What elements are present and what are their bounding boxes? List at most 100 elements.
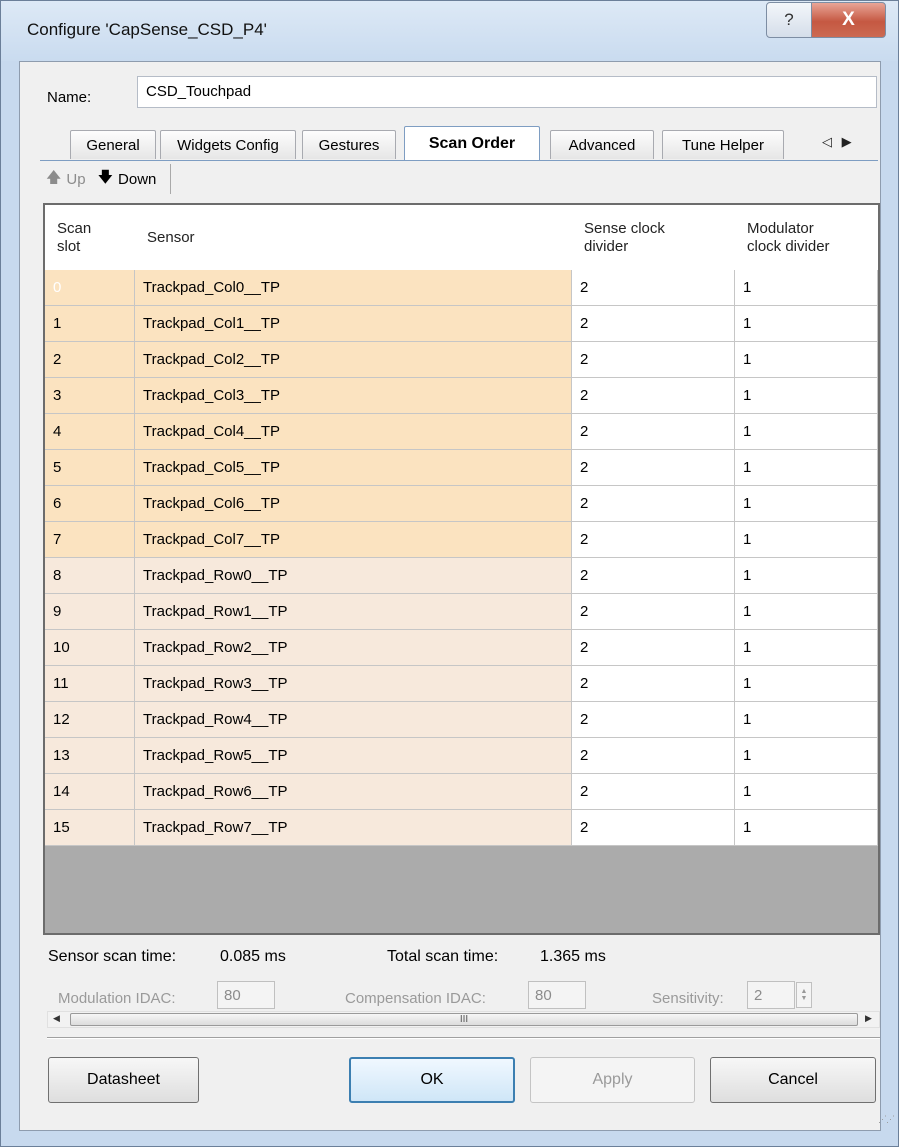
sense-clock-divider-cell[interactable]: 2 [572, 666, 735, 702]
scan-slot-cell[interactable]: 5 [45, 450, 135, 486]
sensor-cell[interactable]: Trackpad_Col5__TP [135, 450, 572, 486]
modulator-clock-divider-cell[interactable]: 1 [735, 486, 878, 522]
modulator-clock-divider-cell[interactable]: 1 [735, 738, 878, 774]
sensor-cell[interactable]: Trackpad_Row6__TP [135, 774, 572, 810]
modulator-clock-divider-cell[interactable]: 1 [735, 450, 878, 486]
scan-slot-cell[interactable]: 3 [45, 378, 135, 414]
sense-clock-divider-cell[interactable]: 2 [572, 378, 735, 414]
sensor-cell[interactable]: Trackpad_Row0__TP [135, 558, 572, 594]
table-row[interactable]: 2 Trackpad_Col2__TP 2 1 [45, 342, 878, 378]
scan-slot-cell[interactable]: 13 [45, 738, 135, 774]
tab-widgets-config[interactable]: Widgets Config [160, 130, 296, 159]
sense-clock-divider-cell[interactable]: 2 [572, 558, 735, 594]
table-row[interactable]: 6 Trackpad_Col6__TP 2 1 [45, 486, 878, 522]
sense-clock-divider-cell[interactable]: 2 [572, 774, 735, 810]
table-row[interactable]: 11 Trackpad_Row3__TP 2 1 [45, 666, 878, 702]
table-row[interactable]: 4 Trackpad_Col4__TP 2 1 [45, 414, 878, 450]
modulator-clock-divider-cell[interactable]: 1 [735, 666, 878, 702]
modulator-clock-divider-cell[interactable]: 1 [735, 342, 878, 378]
table-row[interactable]: 1 Trackpad_Col1__TP 2 1 [45, 306, 878, 342]
sensor-cell[interactable]: Trackpad_Col7__TP [135, 522, 572, 558]
table-row[interactable]: 0 Trackpad_Col0__TP 2 1 [45, 270, 878, 306]
sensitivity-input[interactable]: 2 [747, 981, 795, 1009]
scan-slot-cell[interactable]: 7 [45, 522, 135, 558]
column-header-modulator-clock-divider[interactable]: Modulator clock divider [735, 205, 878, 270]
scan-slot-cell[interactable]: 4 [45, 414, 135, 450]
modulator-clock-divider-cell[interactable]: 1 [735, 810, 878, 846]
sense-clock-divider-cell[interactable]: 2 [572, 702, 735, 738]
compensation-idac-input[interactable]: 80 [528, 981, 586, 1009]
sensor-cell[interactable]: Trackpad_Row4__TP [135, 702, 572, 738]
table-row[interactable]: 5 Trackpad_Col5__TP 2 1 [45, 450, 878, 486]
modulator-clock-divider-cell[interactable]: 1 [735, 306, 878, 342]
ok-button[interactable]: OK [349, 1057, 515, 1103]
sense-clock-divider-cell[interactable]: 2 [572, 486, 735, 522]
sensor-cell[interactable]: Trackpad_Col2__TP [135, 342, 572, 378]
modulator-clock-divider-cell[interactable]: 1 [735, 414, 878, 450]
cancel-button[interactable]: Cancel [710, 1057, 876, 1103]
sense-clock-divider-cell[interactable]: 2 [572, 522, 735, 558]
sensor-cell[interactable]: Trackpad_Col6__TP [135, 486, 572, 522]
scroll-right-icon[interactable]: ▶ [865, 1013, 872, 1024]
tab-general[interactable]: General [70, 130, 156, 159]
sensor-cell[interactable]: Trackpad_Row2__TP [135, 630, 572, 666]
table-row[interactable]: 9 Trackpad_Row1__TP 2 1 [45, 594, 878, 630]
help-button[interactable]: ? [766, 2, 812, 38]
horizontal-scrollbar[interactable]: ◀ III ▶ [47, 1011, 880, 1028]
move-up-button[interactable]: 🡅 Up [40, 167, 92, 192]
modulator-clock-divider-cell[interactable]: 1 [735, 522, 878, 558]
sensor-cell[interactable]: Trackpad_Row7__TP [135, 810, 572, 846]
datasheet-button[interactable]: Datasheet [48, 1057, 199, 1103]
resize-grip-icon[interactable]: ⋰⋰ [878, 1114, 895, 1125]
modulator-clock-divider-cell[interactable]: 1 [735, 594, 878, 630]
scan-slot-cell[interactable]: 8 [45, 558, 135, 594]
table-row[interactable]: 7 Trackpad_Col7__TP 2 1 [45, 522, 878, 558]
sensor-cell[interactable]: Trackpad_Row3__TP [135, 666, 572, 702]
sense-clock-divider-cell[interactable]: 2 [572, 342, 735, 378]
sensor-cell[interactable]: Trackpad_Col0__TP [135, 270, 572, 306]
sense-clock-divider-cell[interactable]: 2 [572, 810, 735, 846]
modulator-clock-divider-cell[interactable]: 1 [735, 270, 878, 306]
sensitivity-spinner[interactable]: ▲ ▼ [796, 982, 812, 1008]
scan-slot-cell[interactable]: 9 [45, 594, 135, 630]
modulator-clock-divider-cell[interactable]: 1 [735, 702, 878, 738]
sensor-cell[interactable]: Trackpad_Col1__TP [135, 306, 572, 342]
sense-clock-divider-cell[interactable]: 2 [572, 270, 735, 306]
column-header-sense-clock-divider[interactable]: Sense clock divider [572, 205, 735, 270]
scroll-left-icon[interactable]: ◀ [53, 1013, 60, 1024]
scan-slot-cell[interactable]: 1 [45, 306, 135, 342]
tab-gestures[interactable]: Gestures [302, 130, 396, 159]
sensor-cell[interactable]: Trackpad_Col4__TP [135, 414, 572, 450]
sensor-cell[interactable]: Trackpad_Row1__TP [135, 594, 572, 630]
tab-advanced[interactable]: Advanced [550, 130, 654, 159]
sensor-cell[interactable]: Trackpad_Row5__TP [135, 738, 572, 774]
scan-slot-cell[interactable]: 14 [45, 774, 135, 810]
table-row[interactable]: 8 Trackpad_Row0__TP 2 1 [45, 558, 878, 594]
modulator-clock-divider-cell[interactable]: 1 [735, 378, 878, 414]
scan-slot-cell[interactable]: 12 [45, 702, 135, 738]
scrollbar-thumb[interactable]: III [70, 1013, 858, 1026]
table-row[interactable]: 12 Trackpad_Row4__TP 2 1 [45, 702, 878, 738]
column-header-scan-slot[interactable]: Scan slot [45, 205, 135, 270]
table-row[interactable]: 14 Trackpad_Row6__TP 2 1 [45, 774, 878, 810]
move-down-button[interactable]: 🡇 Down [92, 167, 163, 192]
sense-clock-divider-cell[interactable]: 2 [572, 450, 735, 486]
scan-slot-cell[interactable]: 6 [45, 486, 135, 522]
apply-button[interactable]: Apply [530, 1057, 695, 1103]
tab-scan-order[interactable]: Scan Order [404, 126, 540, 160]
table-row[interactable]: 3 Trackpad_Col3__TP 2 1 [45, 378, 878, 414]
scan-slot-cell[interactable]: 15 [45, 810, 135, 846]
tab-tune-helper[interactable]: Tune Helper [662, 130, 784, 159]
scan-slot-cell[interactable]: 10 [45, 630, 135, 666]
sense-clock-divider-cell[interactable]: 2 [572, 306, 735, 342]
modulation-idac-input[interactable]: 80 [217, 981, 275, 1009]
sense-clock-divider-cell[interactable]: 2 [572, 630, 735, 666]
tab-scroll-arrows[interactable]: ◁ ▶ [822, 134, 855, 150]
sense-clock-divider-cell[interactable]: 2 [572, 414, 735, 450]
scan-slot-cell[interactable]: 11 [45, 666, 135, 702]
modulator-clock-divider-cell[interactable]: 1 [735, 630, 878, 666]
modulator-clock-divider-cell[interactable]: 1 [735, 774, 878, 810]
table-row[interactable]: 10 Trackpad_Row2__TP 2 1 [45, 630, 878, 666]
table-row[interactable]: 13 Trackpad_Row5__TP 2 1 [45, 738, 878, 774]
sense-clock-divider-cell[interactable]: 2 [572, 738, 735, 774]
